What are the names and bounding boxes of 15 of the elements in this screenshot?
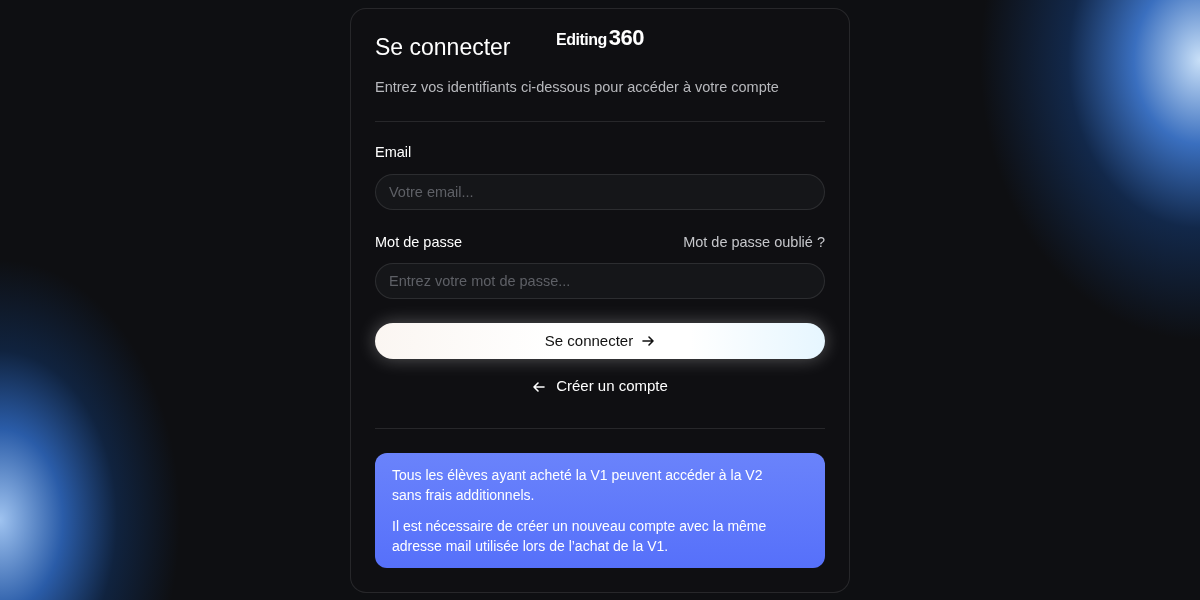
subtitle: Entrez vos identifiants ci-dessous pour accéder à votre compte [375,78,780,97]
logo-text: Editing [556,30,607,50]
login-button[interactable]: Se connecter [375,323,825,360]
forgot-password-link[interactable]: Mot de passe oublié ? [683,231,825,254]
password-field[interactable]: Entrez votre mot de passe... [375,263,825,300]
arrow-left-icon [532,379,547,394]
email-label: Email [375,142,412,162]
password-label: Mot de passe [375,232,463,252]
email-field[interactable]: Votre email... [375,173,825,210]
arrow-right-icon [641,334,656,349]
create-account-link[interactable]: Créer un compte [532,375,668,398]
logo-number: 360 [608,24,644,52]
notice-text: Il est nécessaire de créer un nouveau compte avec la même adresse mail utilisée lors de l’achat de la V1. [392,516,768,556]
notice-text: Tous les élèves ayant acheté la V1 peuvent accéder à la V2 sans frais additionnels. [392,465,764,505]
page-title: Se connecter [375,33,511,61]
